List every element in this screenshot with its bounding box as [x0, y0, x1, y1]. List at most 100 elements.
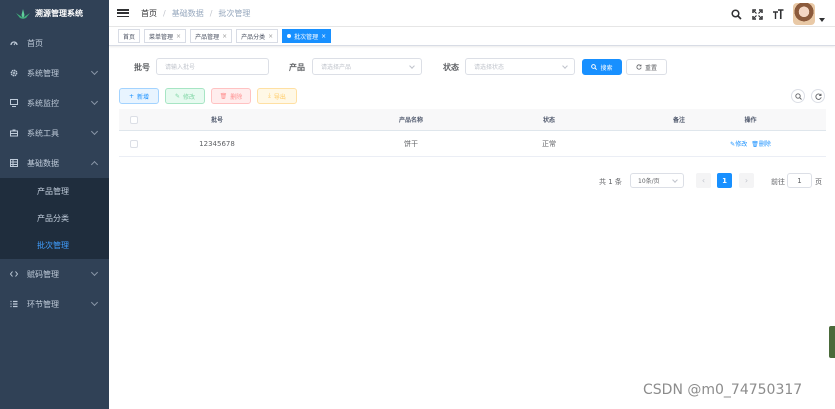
- sidebar-item-basic-data[interactable]: 基础数据: [0, 148, 109, 178]
- breadcrumb: 首页 / 基础数据 / 批次管理: [141, 8, 250, 19]
- batch-placeholder: 请输入批号: [165, 64, 196, 71]
- product-label: 产品: [289, 63, 305, 72]
- tag-category[interactable]: 产品分类 ×: [236, 29, 279, 43]
- watermark: CSDN @m0_74750317: [643, 382, 803, 398]
- tag-home[interactable]: 首页: [118, 29, 141, 43]
- close-icon[interactable]: ×: [268, 33, 273, 40]
- search-icon[interactable]: [730, 8, 742, 20]
- export-button[interactable]: ⤓ 导出: [257, 88, 297, 104]
- list-icon: [10, 300, 18, 308]
- font-size-icon[interactable]: [772, 8, 784, 20]
- sidebar-item-home[interactable]: 首页: [0, 28, 109, 58]
- row-delete-label: 删除: [758, 141, 771, 148]
- goto-page-input[interactable]: 1: [787, 173, 812, 188]
- goto-suffix: 页: [815, 178, 822, 186]
- reset-button-label: 重置: [644, 64, 657, 72]
- product-select[interactable]: 请选择产品: [312, 58, 422, 75]
- header-product: 产品名称: [398, 117, 423, 124]
- gear-icon: [10, 69, 18, 77]
- cell-actions: ✎修改 🗑删除: [687, 139, 814, 148]
- chevron-down-icon: [562, 63, 568, 69]
- refresh-icon: [636, 64, 642, 70]
- breadcrumb-current: 批次管理: [218, 8, 251, 18]
- batch-table: 批号 产品名称 状态 备注 操作 12345678 饼干 正常 ✎修改 🗑删除: [119, 109, 826, 157]
- delete-button[interactable]: 🗑 删除: [211, 88, 251, 104]
- download-icon: ⤓: [268, 92, 271, 99]
- tag-menu[interactable]: 菜单管理 ×: [144, 29, 187, 43]
- app-title: 溯源管理系统: [35, 9, 83, 18]
- next-page-button[interactable]: ›: [739, 173, 754, 188]
- logo[interactable]: 溯源管理系统: [0, 0, 109, 27]
- chevron-down-icon: [90, 97, 99, 106]
- plus-icon: +: [128, 92, 134, 100]
- header-status: 状态: [542, 117, 555, 124]
- chevron-down-icon: [90, 268, 99, 277]
- caret-down-icon[interactable]: [819, 18, 825, 22]
- add-button[interactable]: + 新增: [119, 88, 159, 104]
- navbar-right: [730, 3, 825, 25]
- edit-button-label: 修改: [183, 93, 196, 101]
- edit-button[interactable]: ✎ 修改: [165, 88, 205, 104]
- tags-view: 首页 菜单管理 × 产品管理 × 产品分类 × 批次管理 ×: [109, 27, 835, 46]
- row-delete-link[interactable]: 🗑删除: [751, 139, 771, 148]
- search-button-label: 搜索: [600, 64, 613, 72]
- reset-button[interactable]: 重置: [626, 59, 667, 75]
- product-placeholder: 请选择产品: [321, 64, 352, 71]
- sidebar: 溯源管理系统 首页 系统管理 系统监控 系统工具 基础数据 产品管理 产品分类 …: [0, 0, 109, 409]
- side-drawer-tab[interactable]: [829, 326, 835, 358]
- sidebar-item-tools[interactable]: 系统工具: [0, 118, 109, 148]
- sidebar-item-coding[interactable]: 赋码管理: [0, 259, 109, 289]
- tag-label: 产品管理: [195, 33, 220, 41]
- breadcrumb-basic-data: 基础数据: [171, 8, 204, 18]
- trash-icon: 🗑: [751, 141, 759, 148]
- row-checkbox[interactable]: [130, 139, 138, 148]
- edit-icon: ✎: [174, 92, 180, 100]
- select-all-checkbox[interactable]: [130, 115, 138, 124]
- header-checkbox-cell: [119, 115, 163, 124]
- pagination: 共 1 条 10条/页 ‹ 1 › 前往 1 页: [109, 173, 835, 189]
- tag-batch[interactable]: 批次管理 ×: [282, 29, 332, 43]
- sidebar-subitem-product[interactable]: 产品管理: [0, 178, 109, 205]
- breadcrumb-home[interactable]: 首页: [141, 8, 157, 19]
- header-actions: 操作: [744, 117, 757, 124]
- refresh-button[interactable]: [811, 89, 825, 103]
- row-edit-label: 修改: [735, 141, 748, 148]
- page-number-active[interactable]: 1: [717, 173, 732, 188]
- monitor-icon: [10, 99, 18, 107]
- sidebar-subitem-batch[interactable]: 批次管理: [0, 232, 109, 259]
- sidebar-subitem-category[interactable]: 产品分类: [0, 205, 109, 232]
- close-icon[interactable]: ×: [222, 33, 227, 40]
- avatar[interactable]: [793, 3, 815, 25]
- search-button[interactable]: 搜索: [582, 59, 622, 75]
- row-edit-link[interactable]: ✎修改: [730, 139, 747, 148]
- table-icon: [10, 159, 18, 167]
- table-toolbar: + 新增 ✎ 修改 🗑 删除 ⤓ 导出: [119, 88, 825, 104]
- export-button-label: 导出: [273, 93, 286, 101]
- prev-page-button[interactable]: ‹: [696, 173, 711, 188]
- status-select[interactable]: 请选择状态: [465, 58, 575, 75]
- close-icon[interactable]: ×: [321, 33, 326, 40]
- sidebar-item-process[interactable]: 环节管理: [0, 289, 109, 319]
- tag-product[interactable]: 产品管理 ×: [190, 29, 233, 43]
- active-dot-icon: [287, 34, 292, 38]
- fullscreen-icon[interactable]: [751, 8, 763, 20]
- chevron-down-icon: [90, 67, 99, 76]
- sidebar-item-label: 系统工具: [27, 128, 59, 138]
- page-size-select[interactable]: 10条/页: [630, 173, 684, 188]
- sidebar-item-monitor[interactable]: 系统监控: [0, 88, 109, 118]
- hamburger-icon[interactable]: [117, 7, 129, 19]
- delete-button-label: 删除: [230, 93, 243, 101]
- cell-status: 正常: [542, 139, 556, 148]
- toggle-search-button[interactable]: [791, 89, 805, 103]
- sidebar-item-system[interactable]: 系统管理: [0, 58, 109, 88]
- header-batch: 批号: [210, 117, 223, 124]
- breadcrumb-separator: /: [163, 8, 166, 18]
- tag-label: 批次管理: [294, 33, 319, 41]
- chevron-right-icon: ›: [744, 176, 749, 185]
- batch-input[interactable]: 请输入批号: [156, 58, 269, 75]
- page-size-value: 10条/页: [638, 178, 660, 185]
- close-icon[interactable]: ×: [176, 33, 181, 40]
- chevron-down-icon: [90, 127, 99, 136]
- chevron-left-icon: ‹: [701, 176, 706, 185]
- search-icon: [794, 92, 802, 100]
